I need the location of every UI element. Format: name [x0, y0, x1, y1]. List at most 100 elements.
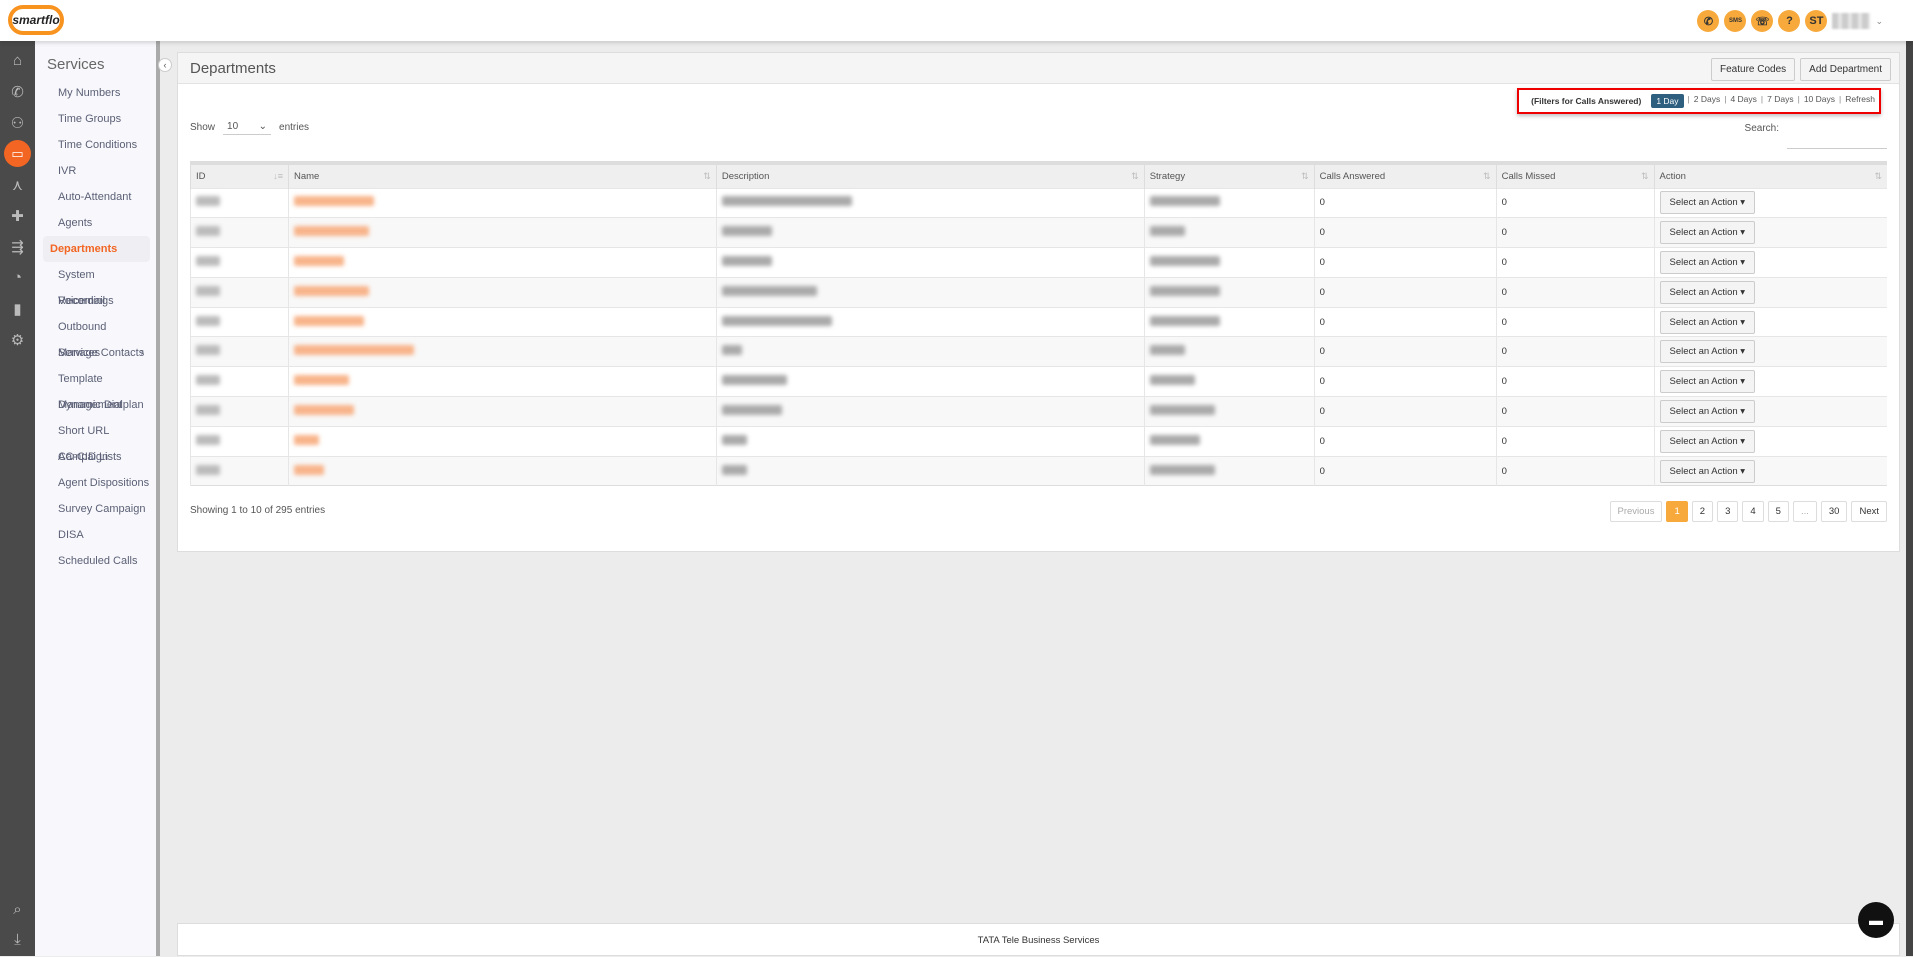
entries-label: entries [279, 121, 310, 133]
page-button[interactable]: 2 [1691, 501, 1714, 522]
name-cell[interactable] [287, 455, 717, 486]
select-action-dropdown[interactable]: Select an Action ▾ [1659, 280, 1756, 304]
id-cell [190, 187, 289, 218]
entries-select[interactable]: 10 ⌄ [223, 119, 272, 135]
column-header-action[interactable]: Action ⇅ [1653, 161, 1887, 188]
name-cell[interactable] [287, 217, 717, 248]
sidebar-item-agents[interactable]: Agents [43, 210, 150, 236]
sidebar-item-auto-attendant[interactable]: Auto-Attendant [43, 184, 150, 210]
column-header-strategy[interactable]: Strategy ⇅ [1143, 161, 1315, 188]
scrollbar[interactable] [1906, 41, 1913, 956]
filter-1-day[interactable]: 1 Day [1651, 94, 1684, 108]
page-button[interactable]: 4 [1742, 501, 1764, 522]
page-title: Departments [190, 60, 276, 77]
download-icon[interactable]: ⤓ [0, 924, 35, 955]
sidebar-item-label: My Numbers [58, 87, 121, 99]
icon-rail: ⌂ ✆ ⚇ ▭ ⋏ ✚ ⇶ ◔ ▮ ⚙ ⌕ ⤓ [0, 41, 35, 956]
action-cell: Select an Action ▾ [1653, 455, 1887, 486]
home-icon[interactable]: ⌂ [0, 45, 35, 76]
select-action-dropdown[interactable]: Select an Action ▾ [1659, 429, 1756, 453]
sidebar-item-short-url-campaign[interactable]: Short URL Campaign [43, 418, 150, 463]
sidebar-item-ivr[interactable]: IVR [43, 158, 150, 184]
next-page-button[interactable]: Next [1851, 501, 1887, 522]
sidebar-item-system-recordings[interactable]: System Recordings [43, 262, 150, 307]
page-button[interactable]: 3 [1717, 501, 1739, 522]
select-action-dropdown[interactable]: Select an Action ▾ [1659, 340, 1756, 364]
feature-codes-button[interactable]: Feature Codes [1711, 58, 1796, 81]
filter-2-days[interactable]: 2 Days [1694, 94, 1720, 108]
column-header-id[interactable]: ID ↓≡ [190, 161, 289, 188]
filter-10-days[interactable]: 10 Days [1804, 94, 1835, 108]
chevron-down-icon[interactable]: ⌄ [1875, 16, 1883, 27]
settings-gear-icon[interactable]: ⚙ [0, 324, 35, 355]
page-button[interactable]: ... [1792, 501, 1817, 522]
select-action-dropdown[interactable]: Select an Action ▾ [1659, 370, 1756, 394]
name-cell[interactable] [287, 425, 717, 457]
phone-icon[interactable]: ✆ [0, 76, 35, 107]
page-button[interactable]: 1 [1666, 501, 1688, 522]
sms-icon[interactable]: SMS [1724, 10, 1747, 32]
filter-7-days[interactable]: 7 Days [1767, 94, 1793, 108]
smartflo-logo[interactable]: smartflo [8, 5, 64, 35]
avatar[interactable]: ST [1805, 10, 1828, 32]
network-icon[interactable]: ⋏ [0, 169, 35, 200]
select-action-dropdown[interactable]: Select an Action ▾ [1659, 191, 1756, 215]
users-icon[interactable]: ⚇ [0, 107, 35, 138]
select-action-dropdown[interactable]: Select an Action ▾ [1659, 310, 1756, 334]
page-button[interactable]: 5 [1767, 501, 1789, 522]
sidebar-item-survey-campaign[interactable]: Survey Campaign [43, 496, 150, 522]
previous-page-button[interactable]: Previous [1609, 501, 1663, 522]
sidebar-item-dynamic-dialplan[interactable]: Dynamic Dialplan [43, 392, 150, 418]
description-cell [715, 306, 1145, 337]
sidebar-item-template-management[interactable]: Template Management [43, 366, 150, 411]
page-button[interactable]: 30 [1820, 501, 1848, 522]
sidebar-item-label: Voicemail [58, 295, 106, 307]
add-department-button[interactable]: Add Department [1800, 58, 1891, 81]
sidebar-item-my-numbers[interactable]: My Numbers [43, 80, 150, 106]
name-cell[interactable] [287, 306, 717, 337]
routing-icon[interactable]: ⇶ [0, 231, 35, 262]
search: Search: [1745, 123, 1887, 149]
sidebar-item-manage-contacts[interactable]: Manage Contacts [43, 340, 150, 366]
select-action-dropdown[interactable]: Select an Action ▾ [1659, 221, 1756, 245]
sidebar-item-agent-dispositions[interactable]: Agent Dispositions [43, 470, 150, 496]
sidebar-item-disa[interactable]: DISA [43, 522, 150, 548]
search-input[interactable] [1787, 133, 1887, 149]
select-action-dropdown[interactable]: Select an Action ▾ [1659, 459, 1756, 483]
collapse-sidebar-button[interactable]: ‹ [158, 58, 172, 72]
name-cell[interactable] [287, 276, 717, 308]
sidebar-item-label: Time Conditions [58, 139, 138, 151]
services-icon[interactable]: ▭ [0, 138, 35, 169]
table-row: 0 0 Select an Action ▾ [190, 455, 1887, 486]
sidebar-item-scheduled-calls[interactable]: Scheduled Calls [43, 548, 150, 574]
select-action-dropdown[interactable]: Select an Action ▾ [1659, 399, 1756, 423]
filter-4-days[interactable]: 4 Days [1730, 94, 1756, 108]
reports-pie-icon[interactable]: ◔ [0, 262, 35, 293]
name-cell[interactable] [287, 247, 717, 278]
column-header-calls-missed[interactable]: Calls Missed ⇅ [1495, 161, 1655, 188]
filter-refresh[interactable]: Refresh [1845, 94, 1875, 108]
column-header-name[interactable]: Name ⇅ [287, 161, 717, 188]
integrations-icon[interactable]: ✚ [0, 200, 35, 231]
user-name-redacted[interactable] [1832, 13, 1871, 29]
analytics-bar-icon[interactable]: ▮ [0, 293, 35, 324]
name-cell[interactable] [287, 187, 717, 218]
select-action-dropdown[interactable]: Select an Action ▾ [1659, 250, 1756, 274]
search-icon[interactable]: ⌕ [0, 894, 35, 925]
name-cell[interactable] [287, 366, 717, 397]
column-header-calls-answered[interactable]: Calls Answered ⇅ [1313, 161, 1497, 188]
column-header-description[interactable]: Description ⇅ [715, 161, 1145, 188]
help-icon[interactable]: ? [1778, 10, 1801, 32]
sidebar-item-time-conditions[interactable]: Time Conditions [43, 132, 150, 158]
name-cell[interactable] [287, 396, 717, 427]
sidebar-item-departments[interactable]: Departments [43, 236, 150, 262]
chat-icon[interactable]: ▬ [1858, 902, 1894, 938]
sidebar-item-outbound-services[interactable]: Outbound Services › [43, 314, 150, 359]
phone-ring-icon[interactable]: ☏ [1751, 10, 1774, 32]
name-cell[interactable] [287, 336, 717, 367]
sidebar-title: Services [47, 56, 105, 73]
sidebar-item-ac-cid-lists[interactable]: AC-CID Lists [43, 444, 150, 470]
phone-icon[interactable]: ✆ [1697, 10, 1720, 32]
sidebar-item-voicemail[interactable]: Voicemail [43, 288, 150, 314]
sidebar-item-time-groups[interactable]: Time Groups [43, 106, 150, 132]
